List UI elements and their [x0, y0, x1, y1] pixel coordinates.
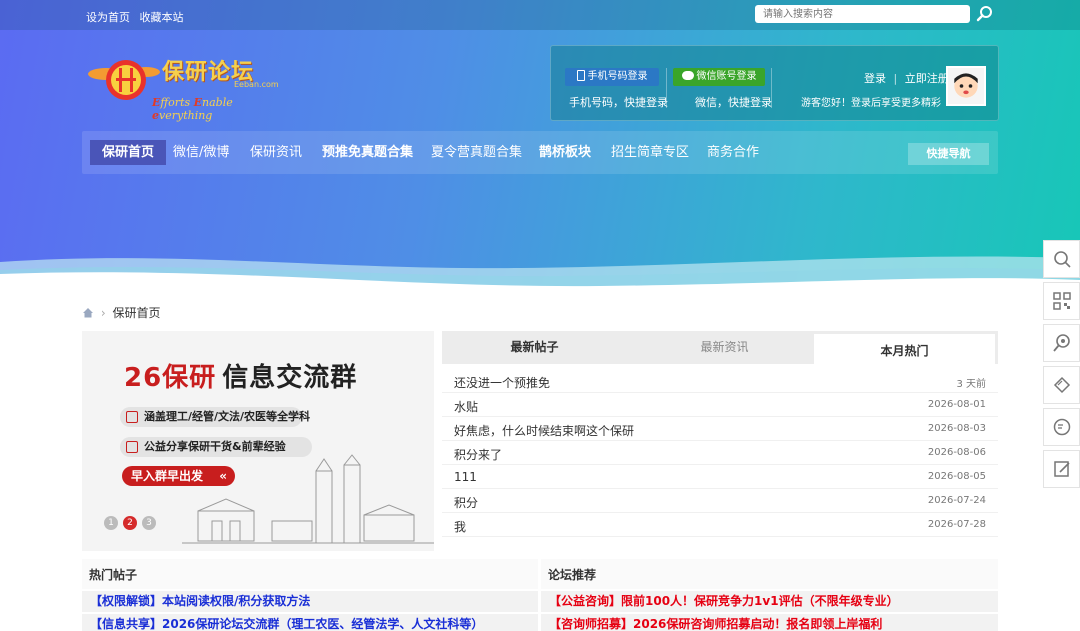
wechat-login-hint: 微信，快捷登录	[695, 96, 772, 109]
register-link[interactable]: 立即注册	[905, 72, 949, 85]
qrcode-icon	[1052, 292, 1071, 310]
nav-business[interactable]: 商务合作	[707, 140, 759, 165]
wechat-login-button[interactable]: 微信账号登录	[673, 68, 765, 86]
wechat-icon	[681, 71, 694, 80]
top-bar: 设为首页 收藏本站	[0, 0, 1080, 30]
carousel-dots: 123	[104, 514, 161, 530]
sidebar-ticket[interactable]	[1043, 366, 1080, 404]
list-item[interactable]: 积分 2026-07-24	[442, 489, 998, 513]
promo-banner[interactable]: 26保研 信息交流群 涵盖理工/经管/文法/农医等全学科 公益分享保研干货&前辈经…	[82, 331, 434, 551]
forum-recommend-heading: 论坛推荐	[541, 559, 998, 589]
tab-monthly-hot[interactable]: 本月热门	[814, 334, 995, 364]
list-item[interactable]: 积分来了 2026-08-06	[442, 441, 998, 465]
nav-home[interactable]: 保研首页	[90, 140, 167, 165]
phone-login-button[interactable]: 手机号码登录	[565, 68, 659, 86]
post-date: 3 天前	[956, 379, 986, 390]
post-title[interactable]: 积分	[454, 494, 478, 511]
posts-panel: 最新帖子 最新资讯 本月热门 还没进一个预推免 3 天前 水贴 2026-08-01…	[442, 331, 998, 547]
list-item[interactable]: 111 2026-08-05	[442, 465, 998, 489]
hot-post-link[interactable]: 【权限解锁】本站阅读权限/积分获取方法	[82, 591, 538, 612]
banner-bullet: 涵盖理工/经管/文法/农医等全学科	[120, 407, 310, 427]
post-title[interactable]: 还没进一个预推免	[454, 374, 550, 391]
sidebar-qrcode[interactable]	[1043, 282, 1080, 320]
phone-icon	[576, 70, 585, 81]
sidebar-magnifier[interactable]	[1043, 324, 1080, 362]
post-title[interactable]: 水贴	[454, 398, 478, 415]
nav-wechat-weibo[interactable]: 微信/微博	[173, 140, 229, 165]
post-date: 2026-07-28	[927, 519, 986, 530]
nav-news[interactable]: 保研资讯	[250, 140, 302, 165]
quick-nav-button[interactable]: 快捷导航	[908, 143, 989, 165]
breadcrumb: › 保研首页	[82, 304, 160, 321]
posts-tabs: 最新帖子 最新资讯 本月热门	[442, 331, 998, 364]
tab-latest-news[interactable]: 最新资讯	[632, 331, 817, 364]
post-title[interactable]: 积分来了	[454, 446, 502, 463]
login-panel: 手机号码登录 手机号码，快捷登录 微信账号登录 微信，快捷登录 登录 | 立即注…	[550, 45, 999, 121]
breadcrumb-separator: ›	[100, 306, 106, 320]
separator: |	[893, 72, 898, 85]
checkbox-icon	[126, 411, 138, 423]
banner-title: 26保研 信息交流群	[124, 363, 358, 393]
site-logo[interactable]: 保研论坛 Eeban.com Efforts Enable everything	[86, 52, 296, 122]
guest-greeting: 游客您好！登录后享受更多精彩	[801, 98, 941, 109]
post-title[interactable]: 我	[454, 518, 466, 535]
hot-post-link[interactable]: 【信息共享】2026保研论坛交流群（理工农医、经管法学、人文社科等）	[82, 614, 538, 631]
set-homepage-link[interactable]: 设为首页	[86, 11, 130, 24]
divider	[771, 68, 772, 108]
avatar[interactable]	[946, 66, 986, 106]
search-icon[interactable]	[976, 5, 994, 23]
nav-magpie-bridge[interactable]: 鹊桥板块	[539, 140, 591, 165]
nav-summer-camp-questions[interactable]: 夏令营真题合集	[431, 140, 522, 165]
main-nav: 保研首页 微信/微博 保研资讯 预推免真题合集 夏令营真题合集 鹊桥板块 招生简…	[82, 131, 998, 174]
feedback-icon	[1053, 418, 1070, 436]
home-icon[interactable]	[82, 307, 94, 318]
post-date: 2026-08-06	[927, 447, 986, 458]
bookmark-link[interactable]: 收藏本站	[140, 11, 184, 24]
divider	[666, 68, 667, 108]
magnifier-icon	[1052, 334, 1070, 352]
edit-icon	[1053, 461, 1070, 477]
post-date: 2026-07-24	[927, 495, 986, 506]
recommend-link[interactable]: 【公益咨询】限前100人！保研竞争力1v1评估（不限年级专业）	[541, 591, 998, 612]
search-icon	[1053, 251, 1071, 268]
logo-slogan: Efforts Enable everything	[152, 96, 233, 122]
nav-pre-recommend-questions[interactable]: 预推免真题合集	[322, 140, 413, 165]
recommend-link[interactable]: 【咨询师招募】2026保研咨询师招募启动！报名即领上岸福利	[541, 614, 998, 631]
post-date: 2026-08-05	[927, 471, 986, 482]
sidebar-edit[interactable]	[1043, 450, 1080, 488]
hot-posts-heading: 热门帖子	[82, 559, 538, 589]
breadcrumb-current[interactable]: 保研首页	[112, 306, 160, 320]
wave-decoration	[0, 256, 1080, 310]
login-link[interactable]: 登录	[864, 72, 886, 85]
post-date: 2026-08-01	[927, 399, 986, 410]
list-item[interactable]: 好焦虑，什么时候结束啊这个保研 2026-08-03	[442, 417, 998, 441]
posts-list: 还没进一个预推免 3 天前 水贴 2026-08-01 好焦虑，什么时候结束啊这个保…	[442, 369, 998, 537]
post-title[interactable]: 好焦虑，什么时候结束啊这个保研	[454, 422, 634, 439]
phone-login-hint: 手机号码，快捷登录	[569, 96, 668, 109]
ticket-icon	[1053, 376, 1070, 394]
nav-admissions[interactable]: 招生简章专区	[611, 140, 689, 165]
list-item[interactable]: 还没进一个预推免 3 天前	[442, 369, 998, 393]
search-input[interactable]	[755, 5, 970, 23]
list-item[interactable]: 我 2026-07-28	[442, 513, 998, 537]
post-title[interactable]: 111	[454, 470, 477, 484]
tab-latest-posts[interactable]: 最新帖子	[442, 331, 627, 364]
auth-links: 登录 | 立即注册	[864, 70, 949, 86]
list-item[interactable]: 水贴 2026-08-01	[442, 393, 998, 417]
carousel-dot[interactable]: 1	[104, 516, 118, 530]
carousel-dot[interactable]: 3	[142, 516, 156, 530]
sidebar-search[interactable]	[1043, 240, 1080, 278]
sidebar-feedback[interactable]	[1043, 408, 1080, 446]
carousel-dot-active[interactable]: 2	[123, 516, 137, 530]
post-date: 2026-08-03	[927, 423, 986, 434]
logo-domain: Eeban.com	[234, 80, 279, 89]
checkbox-icon	[126, 441, 138, 453]
floating-sidebar	[1043, 240, 1080, 492]
campus-skyline-illustration	[182, 454, 434, 544]
